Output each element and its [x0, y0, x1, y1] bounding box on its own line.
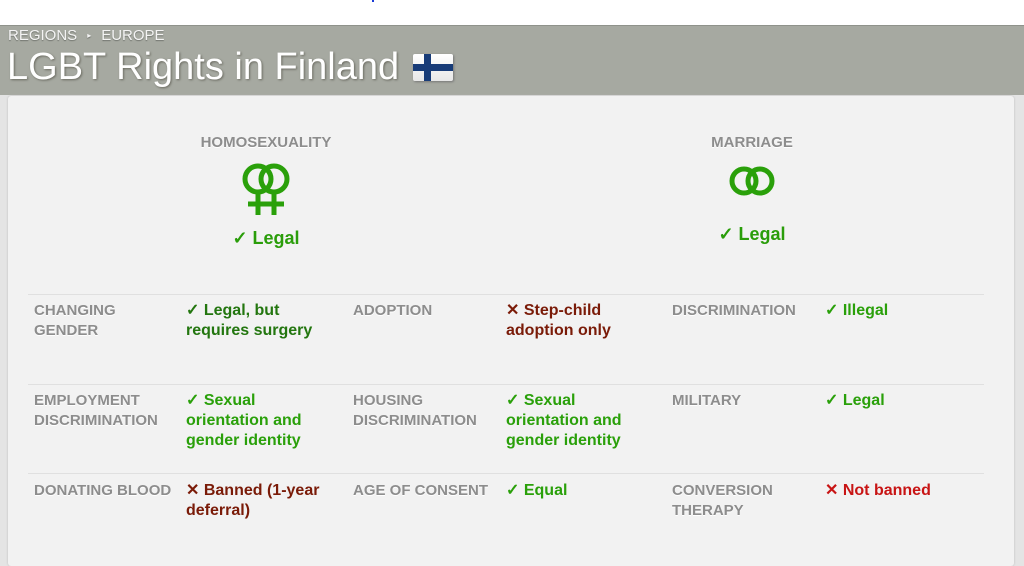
highlight-status: ✓ Legal: [718, 224, 786, 244]
breadcrumb-europe[interactable]: EUROPE: [101, 27, 164, 44]
row-divider: [28, 473, 984, 474]
label-military: MILITARY: [672, 392, 742, 409]
value-conversion-therapy: ✕ Not banned: [825, 482, 931, 499]
label-donating-blood: DONATING BLOOD: [34, 482, 172, 499]
value-discrimination: ✓ Illegal: [825, 302, 889, 319]
value-changing-gender: ✓ Legal, but requires surgery: [186, 302, 313, 339]
top-strip: [0, 0, 1024, 25]
rights-card: HOMOSEXUALITY ✓ Legal MARRIAGE ✓ Legal C…: [8, 96, 1014, 566]
page-header: REGIONS ▸ EUROPE LGBT Rights in Finland: [0, 25, 1024, 96]
page-title-row: LGBT Rights in Finland: [7, 46, 454, 89]
label-housing-discrimination: HOUSING DISCRIMINATION: [353, 392, 477, 429]
label-age-of-consent: AGE OF CONSENT: [353, 482, 489, 499]
label-adoption: ADOPTION: [353, 302, 433, 319]
cursor-dot: [372, 0, 374, 2]
breadcrumb-regions[interactable]: REGIONS: [8, 27, 77, 44]
breadcrumb-separator-icon: ▸: [87, 31, 92, 40]
page-title: LGBT Rights in Finland: [7, 46, 400, 88]
finland-flag-icon: [413, 54, 454, 81]
value-military: ✓ Legal: [825, 392, 885, 409]
highlight-status: ✓ Legal: [232, 228, 300, 248]
highlight-title: MARRIAGE: [711, 134, 793, 151]
highlight-title: HOMOSEXUALITY: [200, 134, 332, 151]
interlocked-rings-icon: [729, 166, 775, 196]
highlight-homosexuality: HOMOSEXUALITY ✓ Legal: [186, 134, 346, 249]
highlight-marriage: MARRIAGE ✓ Legal: [672, 134, 832, 245]
label-discrimination: DISCRIMINATION: [672, 302, 796, 319]
breadcrumb: REGIONS ▸ EUROPE: [8, 27, 165, 44]
value-donating-blood: ✕ Banned (1-year deferral): [186, 482, 320, 519]
row-divider: [28, 294, 984, 295]
label-conversion-therapy: CONVERSION THERAPY: [672, 482, 773, 519]
label-employment-discrimination: EMPLOYMENT DISCRIMINATION: [34, 392, 158, 429]
value-age-of-consent: ✓ Equal: [506, 482, 568, 499]
value-housing-discrimination: ✓ Sexual orientation and gender identity: [506, 392, 622, 449]
value-employment-discrimination: ✓ Sexual orientation and gender identity: [186, 392, 302, 449]
value-adoption: ✕ Step-child adoption only: [506, 302, 611, 339]
label-changing-gender: CHANGING GENDER: [34, 302, 116, 339]
row-divider: [28, 384, 984, 385]
female-couple-symbol-icon: [242, 163, 290, 215]
